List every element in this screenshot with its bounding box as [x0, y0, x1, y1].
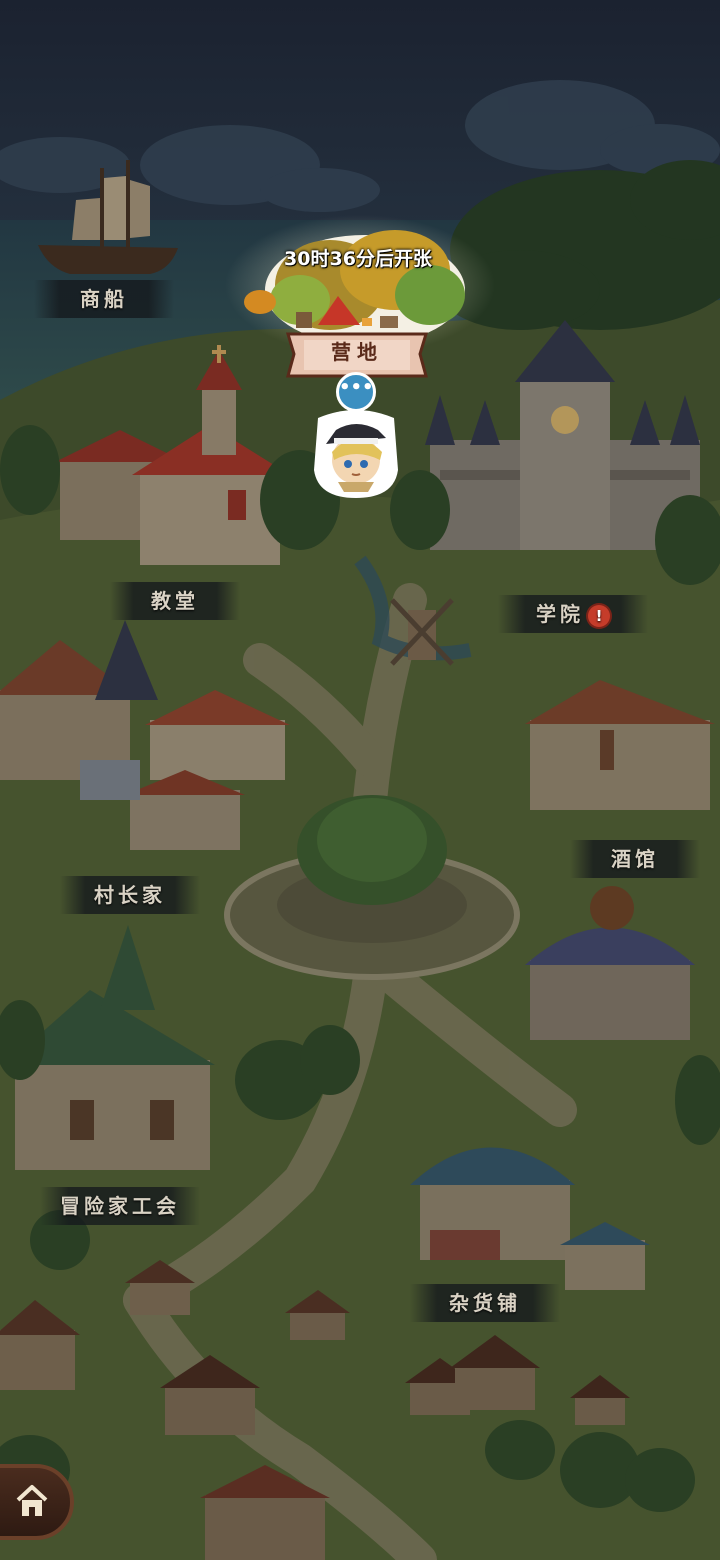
- tavern-label[interactable]: 酒馆: [570, 840, 700, 878]
- academy-label-text: 学院: [536, 602, 584, 626]
- church-label[interactable]: 教堂: [110, 582, 240, 620]
- chief-house-label[interactable]: 村长家: [60, 876, 200, 914]
- campsite-name[interactable]: 营地: [288, 330, 426, 376]
- campsite-timer: 30时36分后开张: [284, 248, 432, 270]
- town-map-art: [0, 0, 720, 1560]
- home-icon: [16, 1485, 48, 1516]
- general-store-label[interactable]: 杂货铺: [410, 1284, 560, 1322]
- merchant-ship-label[interactable]: 商船: [34, 280, 174, 318]
- speech-bubble-icon[interactable]: •••: [336, 372, 376, 412]
- town-map: 30时36分后开张 营地 ••• 商船 教堂 学院! 酒馆 村长家 冒险家工会 …: [0, 0, 720, 1560]
- adventurer-guild-label[interactable]: 冒险家工会: [40, 1187, 200, 1225]
- home-button[interactable]: [0, 1464, 74, 1540]
- hero-avatar[interactable]: [308, 408, 404, 500]
- alert-icon: !: [588, 604, 610, 627]
- academy-label[interactable]: 学院!: [498, 595, 648, 633]
